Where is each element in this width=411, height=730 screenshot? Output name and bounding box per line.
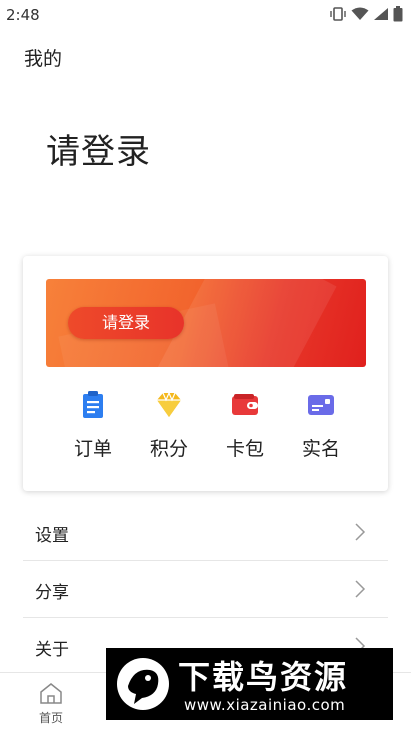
status-time: 2:48 xyxy=(6,6,40,24)
account-card: 请登录 订单 积分 卡包 实名 xyxy=(23,256,388,491)
menu-label: 关于 xyxy=(35,640,69,660)
status-bar: 2:48 xyxy=(0,0,411,28)
shortcut-wallet[interactable]: 卡包 xyxy=(210,390,280,461)
shortcut-label: 卡包 xyxy=(225,438,264,460)
id-card-icon xyxy=(308,395,334,415)
shortcut-label: 实名 xyxy=(301,438,340,460)
chevron-right-icon xyxy=(355,523,366,541)
diamond-icon xyxy=(157,391,181,417)
status-icons xyxy=(329,6,403,22)
vibrate-icon xyxy=(330,7,346,21)
menu-settings[interactable]: 设置 xyxy=(23,505,388,561)
menu-share[interactable]: 分享 xyxy=(23,562,388,618)
home-icon xyxy=(40,683,62,704)
shortcut-points[interactable]: 积分 xyxy=(134,390,204,461)
clipboard-icon xyxy=(83,391,103,418)
menu-label: 分享 xyxy=(35,583,69,603)
shortcut-label: 订单 xyxy=(73,438,112,460)
battery-icon xyxy=(393,6,403,22)
shortcut-label: 积分 xyxy=(149,438,188,460)
bird-logo-icon xyxy=(117,658,169,710)
shortcuts: 订单 积分 卡包 实名 xyxy=(58,390,358,460)
login-prompt[interactable]: 请登录 xyxy=(46,124,151,173)
banner-login-button[interactable]: 请登录 xyxy=(68,307,184,339)
wallet-icon xyxy=(232,394,258,415)
tab-home[interactable]: 首页 xyxy=(16,681,86,726)
watermark-url: www.xiazainiao.com xyxy=(184,696,346,714)
signal-icon xyxy=(374,8,388,20)
page-title: 我的 xyxy=(24,48,63,70)
watermark-title: 下载鸟资源 xyxy=(178,658,349,696)
chevron-right-icon xyxy=(355,580,366,598)
login-banner: 请登录 xyxy=(46,279,366,367)
shortcut-realname[interactable]: 实名 xyxy=(286,390,356,461)
watermark: 下载鸟资源 www.xiazainiao.com xyxy=(106,648,393,720)
shortcut-orders[interactable]: 订单 xyxy=(58,390,128,461)
tab-label: 首页 xyxy=(38,711,63,725)
wifi-icon xyxy=(351,7,369,20)
menu-label: 设置 xyxy=(35,526,69,546)
